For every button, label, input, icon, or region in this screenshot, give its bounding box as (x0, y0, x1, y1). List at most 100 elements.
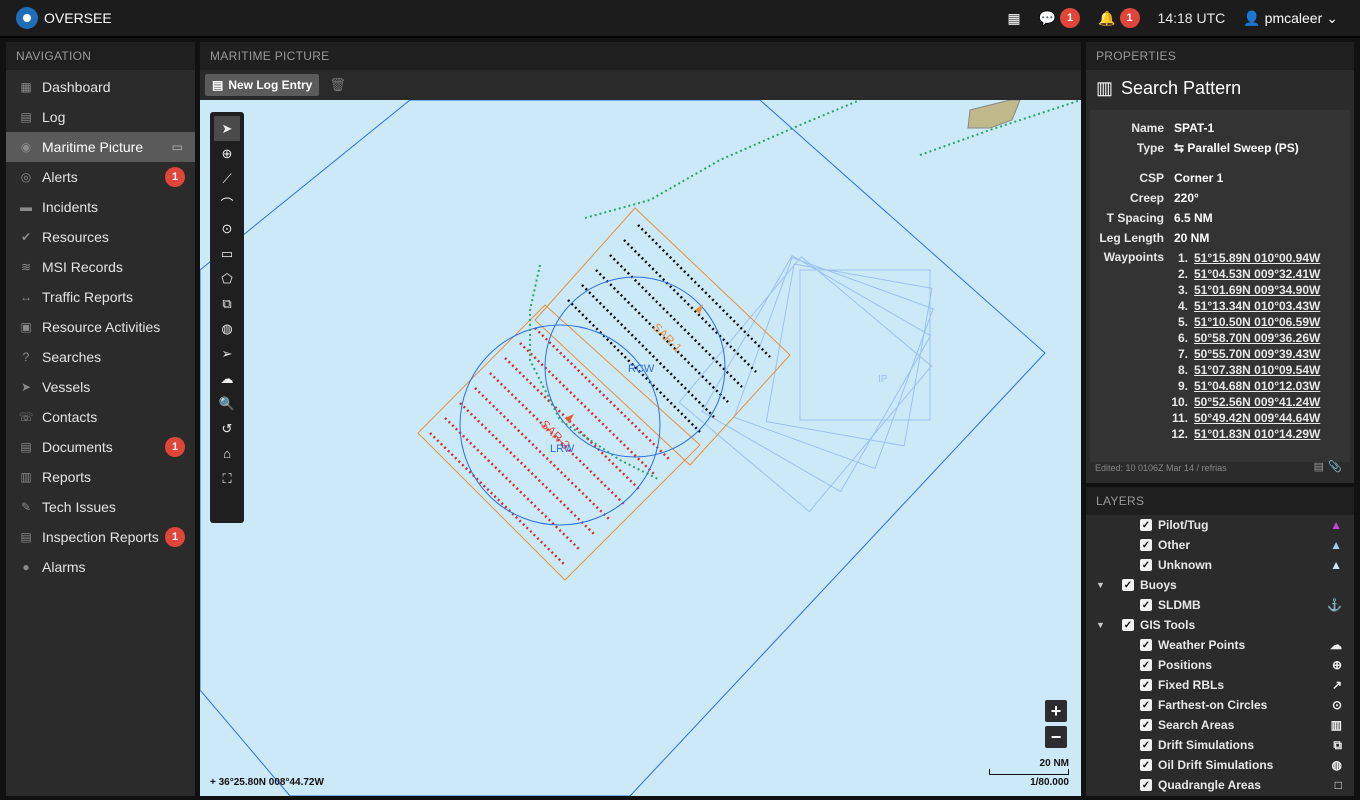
arc-tool-icon[interactable]: ⌒ (214, 191, 240, 216)
layer-row[interactable]: ✓ Weather Points ☁ (1086, 635, 1354, 655)
layer-label: Oil Drift Simulations (1158, 758, 1274, 772)
app-logo[interactable]: OVERSEE (16, 7, 112, 29)
select-tool-icon[interactable]: ➤ (214, 116, 240, 141)
waypoint-link[interactable]: 51°01.69N 009°34.90W (1194, 283, 1320, 297)
history-tool-icon[interactable]: ↺ (214, 416, 240, 441)
layer-checkbox[interactable]: ✓ (1140, 519, 1152, 531)
nav-item-alarms[interactable]: ● Alarms (6, 552, 195, 582)
layer-row[interactable]: ✓ Unknown ▲ (1086, 555, 1354, 575)
nav-item-resources[interactable]: ✔ Resources (6, 222, 195, 252)
notifications-button[interactable]: 🔔 1 (1098, 8, 1140, 28)
new-log-entry-button[interactable]: ▤ New Log Entry (205, 74, 320, 96)
layer-row[interactable]: ✓ Farthest-on Circles ⊙ (1086, 695, 1354, 715)
rectangle-tool-icon[interactable]: ▭ (214, 241, 240, 266)
layer-label: Weather Points (1158, 638, 1246, 652)
nav-item-resource-activities[interactable]: ▣ Resource Activities (6, 312, 195, 342)
layer-row[interactable]: ✓ Search Areas ▥ (1086, 715, 1354, 735)
layer-row[interactable]: ✓ Drift Simulations ⧉ (1086, 735, 1354, 755)
layer-checkbox[interactable]: ✓ (1140, 759, 1152, 771)
waypoint-link[interactable]: 51°04.53N 009°32.41W (1194, 267, 1320, 281)
layer-row[interactable]: ✓ Pilot/Tug ▲ (1086, 515, 1354, 535)
document-icon[interactable]: ▤ (1314, 460, 1324, 473)
zoom-in-button[interactable]: + (1045, 700, 1067, 722)
nav-item-inspection-reports[interactable]: ▤ Inspection Reports 1 (6, 522, 195, 552)
nav-item-incidents[interactable]: ▬ Incidents (6, 192, 195, 222)
waypoint-link[interactable]: 51°04.68N 010°12.03W (1194, 379, 1320, 393)
trash-icon[interactable]: 🗑 (329, 77, 346, 93)
waypoint-link[interactable]: 51°07.38N 010°09.54W (1194, 363, 1320, 377)
layer-checkbox[interactable]: ✓ (1140, 719, 1152, 731)
user-menu[interactable]: 👤 pmcaleer ⌄ (1243, 10, 1338, 27)
nav-item-vessels[interactable]: ➤ Vessels (6, 372, 195, 402)
chat-button[interactable]: 💬 1 (1039, 8, 1081, 28)
waypoint-link[interactable]: 50°55.70N 009°39.43W (1194, 347, 1320, 361)
nav-item-log[interactable]: ▤ Log (6, 102, 195, 132)
home-tool-icon[interactable]: ⌂ (214, 441, 240, 466)
layer-icon: ▥ (1330, 718, 1342, 732)
nav-item-documents[interactable]: ▤ Documents 1 (6, 432, 195, 462)
expand-toggle-icon[interactable]: ▼ (1096, 620, 1110, 630)
drift-tool-icon[interactable]: ⧉ (214, 291, 240, 316)
waypoint-link[interactable]: 50°49.42N 009°44.64W (1194, 411, 1320, 425)
map-canvas[interactable]: SAR-1 SAR-2 LRW RCW IP ➤ ⊕ ⟋ ⌒ ⊙ ▭ ⬠ ⧉ ◍… (200, 100, 1081, 796)
nav-item-maritime-picture[interactable]: ◉ Maritime Picture ▭ (6, 132, 195, 162)
nav-item-reports[interactable]: ▥ Reports (6, 462, 195, 492)
oil-drift-tool-icon[interactable]: ◍ (214, 316, 240, 341)
waypoint-link[interactable]: 51°01.83N 010°14.29W (1194, 427, 1320, 441)
waypoint-link[interactable]: 50°52.56N 009°41.24W (1194, 395, 1320, 409)
layer-label: Quadrangle Areas (1158, 778, 1261, 792)
layer-checkbox[interactable]: ✓ (1140, 639, 1152, 651)
polygon-tool-icon[interactable]: ⬠ (214, 266, 240, 291)
line-tool-icon[interactable]: ⟋ (214, 166, 240, 191)
zoom-in-tool-icon[interactable]: 🔍 (214, 391, 240, 416)
nav-item-dashboard[interactable]: ▦ Dashboard (6, 72, 195, 102)
layer-row[interactable]: ✓ SLDMB ⚓ (1086, 595, 1354, 615)
waypoint-link[interactable]: 51°13.34N 010°03.43W (1194, 299, 1320, 313)
calculator-icon[interactable]: ▦ (1007, 10, 1020, 27)
layer-checkbox[interactable]: ✓ (1140, 699, 1152, 711)
type-key: Type (1136, 141, 1164, 155)
zoom-out-button[interactable]: − (1045, 726, 1067, 748)
nav-item-searches[interactable]: ? Searches (6, 342, 195, 372)
attachment-icon[interactable]: 📎 (1328, 460, 1342, 473)
incidents-icon: ▬ (20, 200, 32, 214)
nav-item-contacts[interactable]: ☏ Contacts (6, 402, 195, 432)
monitor-icon[interactable]: ▭ (172, 140, 183, 154)
layer-icon: ▲ (1330, 538, 1342, 552)
layer-label: Fixed RBLs (1158, 678, 1225, 692)
layer-row[interactable]: ✓ Fixed RBLs ↗ (1086, 675, 1354, 695)
expand-toggle-icon[interactable]: ▼ (1096, 580, 1110, 590)
position-tool-icon[interactable]: ⊕ (214, 141, 240, 166)
layer-checkbox[interactable]: ✓ (1140, 539, 1152, 551)
layer-checkbox[interactable]: ✓ (1140, 739, 1152, 751)
layer-row[interactable]: ▼ ✓ Buoys (1086, 575, 1354, 595)
waypoint-number: 4. (1177, 299, 1188, 313)
layer-row[interactable]: ✓ Other ▲ (1086, 535, 1354, 555)
waypoint-link[interactable]: 51°10.50N 010°06.59W (1194, 315, 1320, 329)
layer-row[interactable]: ✓ Positions ⊕ (1086, 655, 1354, 675)
nav-item-alerts[interactable]: ◎ Alerts 1 (6, 162, 195, 192)
layer-row[interactable]: ✓ Oil Drift Simulations ◍ (1086, 755, 1354, 775)
layer-checkbox[interactable]: ✓ (1140, 779, 1152, 791)
circle-tool-icon[interactable]: ⊙ (214, 216, 240, 241)
layer-checkbox[interactable]: ✓ (1140, 599, 1152, 611)
layer-label: Unknown (1158, 558, 1212, 572)
layer-checkbox[interactable]: ✓ (1140, 659, 1152, 671)
fullscreen-tool-icon[interactable]: ⛶ (214, 466, 240, 491)
nav-item-tech-issues[interactable]: ✎ Tech Issues (6, 492, 195, 522)
waypoint-link[interactable]: 50°58.70N 009°36.26W (1194, 331, 1320, 345)
logo-icon (16, 7, 38, 29)
waypoint-link[interactable]: 51°15.89N 010°00.94W (1194, 251, 1320, 265)
layer-row[interactable]: ▼ ✓ GIS Tools (1086, 615, 1354, 635)
lrw-label: LRW (550, 443, 575, 455)
nav-item-traffic-reports[interactable]: ↔ Traffic Reports (6, 282, 195, 312)
traffic-reports-icon: ↔ (20, 290, 32, 304)
weather-tool-icon[interactable]: ☁ (214, 366, 240, 391)
layer-row[interactable]: ✓ Quadrangle Areas □ (1086, 775, 1354, 795)
layer-checkbox[interactable]: ✓ (1140, 559, 1152, 571)
layer-checkbox[interactable]: ✓ (1122, 579, 1134, 591)
layer-checkbox[interactable]: ✓ (1140, 679, 1152, 691)
nav-item-msi-records[interactable]: ≋ MSI Records (6, 252, 195, 282)
vessel-tool-icon[interactable]: ➢ (214, 341, 240, 366)
layer-checkbox[interactable]: ✓ (1122, 619, 1134, 631)
